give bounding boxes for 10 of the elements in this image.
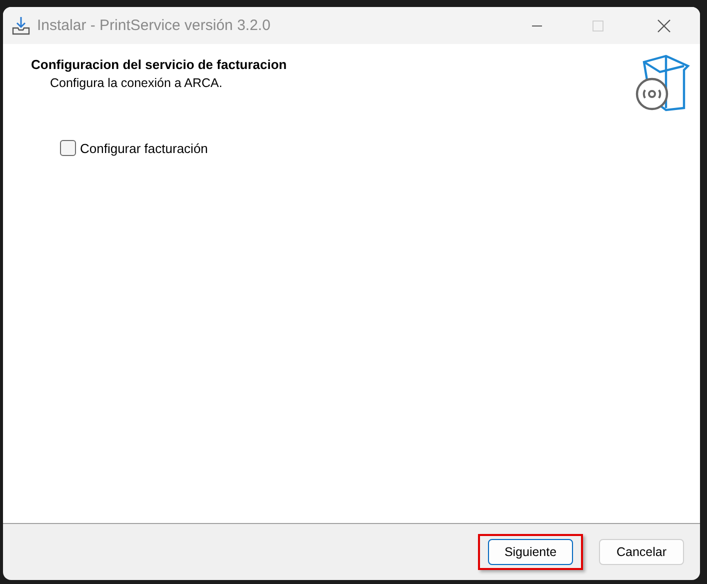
page-subtitle: Configura la conexión a ARCA. <box>50 76 224 90</box>
checkbox-label: Configurar facturación <box>80 140 208 156</box>
cancel-button[interactable]: Cancelar <box>599 539 684 565</box>
window-title: Instalar - PrintService versión 3.2.0 <box>37 17 272 34</box>
close-icon[interactable] <box>657 18 671 32</box>
install-icon <box>11 16 31 36</box>
checkbox[interactable] <box>60 140 76 156</box>
minimize-icon[interactable] <box>530 24 542 26</box>
next-button[interactable]: Siguiente <box>488 539 573 565</box>
page-title: Configuracion del servicio de facturacion <box>31 57 287 72</box>
